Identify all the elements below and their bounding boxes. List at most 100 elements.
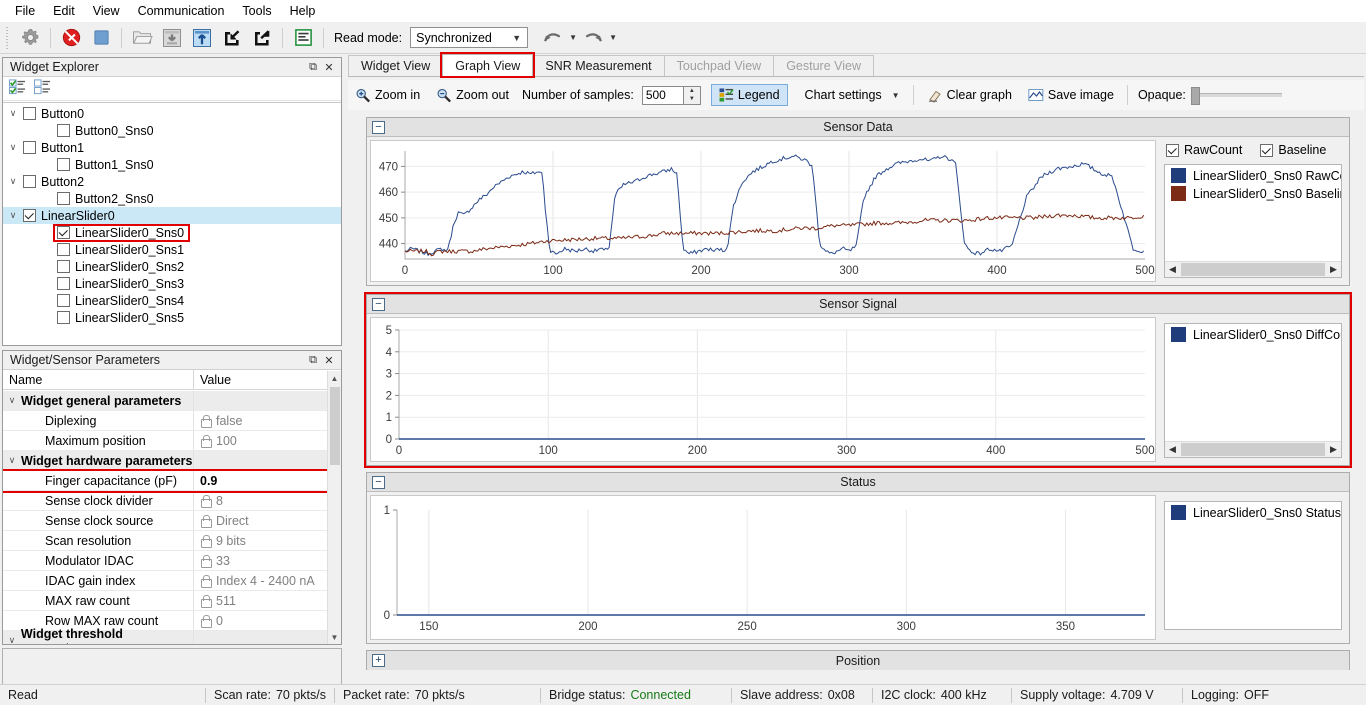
close-icon[interactable]: ✕ [321,352,337,368]
scroll-right-icon[interactable]: ▶ [1326,264,1341,275]
tree-item-button2_sns0[interactable]: Button2_Sns0 [3,190,341,207]
import-icon[interactable] [218,25,246,51]
tree-item-linearslider0_sns0[interactable]: LinearSlider0_Sns0 [3,223,341,242]
scrollbar-thumb[interactable] [1181,443,1325,456]
tree-item-checkbox[interactable] [23,175,36,188]
param-group-row[interactable]: ∨Widget threshold parameters [3,627,327,644]
widget-tree[interactable]: ∨ Button0 Button0_Sns0 ∨ Button1 Button1_Sns0… [3,102,341,345]
param-row[interactable]: Finger capacitance (pF) 0.9 [3,469,327,493]
param-row[interactable]: Sense clock divider 8 [3,491,327,511]
zoom-out-button[interactable]: Zoom out [429,84,516,107]
collapse-icon[interactable]: − [372,120,385,134]
tab-widget-view[interactable]: Widget View [348,55,444,76]
rawcount-checkbox[interactable]: RawCount [1166,143,1242,157]
tree-item-checkbox[interactable] [57,260,70,273]
tree-item-checkbox[interactable] [57,243,70,256]
tree-item-checkbox[interactable] [57,226,70,239]
tree-item-checkbox[interactable] [57,277,70,290]
chart-settings-button[interactable]: Chart settings ▼ [798,84,907,106]
log-icon[interactable] [289,25,317,51]
tab-graph-view[interactable]: Graph View [440,52,536,78]
menu-item-view[interactable]: View [84,2,129,20]
position-header[interactable]: + Position [367,651,1349,670]
chevron-down-icon[interactable]: ∨ [5,142,21,153]
sensor-signal-plot[interactable]: 0 1 2 3 4 5 0 100 200 300 400 500 [370,317,1156,462]
collapse-icon[interactable]: − [372,297,385,311]
undo-button[interactable] [540,25,566,51]
legend-toggle-button[interactable]: Legend [710,84,788,106]
samples-stepper[interactable]: ▲ ▼ [683,85,701,105]
scroll-down-icon[interactable]: ▼ [328,630,341,644]
scroll-left-icon[interactable]: ◀ [1165,444,1180,455]
tree-item-linearslider0_sns4[interactable]: LinearSlider0_Sns4 [3,292,341,309]
tree-item-checkbox[interactable] [57,124,70,137]
chevron-down-icon[interactable]: ∨ [5,176,21,187]
tree-item-button2[interactable]: ∨ Button2 [3,173,341,190]
tree-item-checkbox[interactable] [57,294,70,307]
sensor-signal-legend-list[interactable]: LinearSlider0_Sns0 DiffCount ◀ ▶ [1164,323,1342,458]
tree-item-checkbox[interactable] [57,192,70,205]
tree-item-checkbox[interactable] [57,311,70,324]
redo-button[interactable] [580,25,606,51]
status-plot[interactable]: 0 1 150 200 250 300 350 [370,495,1156,640]
menu-item-edit[interactable]: Edit [44,2,84,20]
read-mode-select[interactable]: Synchronized ▼ [410,27,529,48]
stepper-down-icon[interactable]: ▼ [684,95,700,104]
param-row[interactable]: Scan resolution 9 bits [3,531,327,551]
tree-item-checkbox[interactable] [57,158,70,171]
tree-item-linearslider0_sns3[interactable]: LinearSlider0_Sns3 [3,275,341,292]
chevron-down-icon[interactable]: ∨ [3,455,21,466]
sensor-data-plot[interactable]: 440 450 460 470 0 100 200 300 400 500 [370,140,1156,282]
legend-entry[interactable]: LinearSlider0_Sns0 Baseline [1165,183,1341,201]
tree-item-linearslider0_sns1[interactable]: LinearSlider0_Sns1 [3,241,341,258]
scroll-left-icon[interactable]: ◀ [1165,264,1180,275]
params-scrollbar[interactable]: ▲ ▼ [327,371,341,644]
scroll-up-icon[interactable]: ▲ [328,371,341,385]
chevron-down-icon[interactable]: ∨ [3,395,21,406]
tree-item-button0[interactable]: ∨ Button0 [3,105,341,122]
menu-item-tools[interactable]: Tools [233,2,280,20]
collapse-icon[interactable]: − [372,475,385,489]
float-icon[interactable]: ⧉ [305,352,321,368]
sensor-data-legend-list[interactable]: LinearSlider0_Sns0 RawCount LinearSlider… [1164,164,1342,278]
tab-snr-measurement[interactable]: SNR Measurement [532,55,665,76]
stop-icon[interactable] [87,25,115,51]
clear-graph-button[interactable]: Clear graph [920,84,1019,107]
param-row[interactable]: Maximum position 100 [3,431,327,451]
check-all-icon[interactable] [9,79,26,98]
status-legend-list[interactable]: LinearSlider0_Sns0 Status [1164,501,1342,630]
stepper-up-icon[interactable]: ▲ [684,87,700,96]
close-icon[interactable]: ✕ [321,59,337,75]
param-group-row[interactable]: ∨ Widget hardware parameters [3,451,327,471]
scrollbar-thumb[interactable] [1181,263,1325,276]
chevron-down-icon[interactable]: ∨ [3,635,21,644]
scrollbar-thumb[interactable] [330,387,340,465]
legend-horizontal-scrollbar[interactable]: ◀ ▶ [1165,261,1341,277]
baseline-checkbox[interactable]: Baseline [1260,143,1326,157]
chevron-down-icon[interactable]: ∨ [5,210,21,221]
tree-item-linearslider0_sns2[interactable]: LinearSlider0_Sns2 [3,258,341,275]
toolbar-grip[interactable] [4,26,11,49]
download-icon[interactable] [158,25,186,51]
tree-item-linearslider0[interactable]: ∨ LinearSlider0 [3,207,341,224]
tree-item-button0_sns0[interactable]: Button0_Sns0 [3,122,341,139]
undo-dropdown-icon[interactable]: ▼ [567,25,579,51]
float-icon[interactable]: ⧉ [305,59,321,75]
menu-item-communication[interactable]: Communication [129,2,234,20]
legend-entry[interactable]: LinearSlider0_Sns0 DiffCount [1165,324,1341,342]
upload-icon[interactable] [188,25,216,51]
gear-icon[interactable] [16,25,44,51]
param-row[interactable]: Diplexing false [3,411,327,431]
uncheck-all-icon[interactable] [34,79,51,98]
menu-item-help[interactable]: Help [281,2,325,20]
samples-input[interactable]: 500 [641,85,684,105]
opacity-slider[interactable] [1190,87,1282,105]
param-value-cell[interactable]: 0.9 [193,471,327,490]
open-file-icon[interactable] [128,25,156,51]
tree-item-button1_sns0[interactable]: Button1_Sns0 [3,156,341,173]
scroll-right-icon[interactable]: ▶ [1326,444,1341,455]
tree-item-button1[interactable]: ∨ Button1 [3,139,341,156]
menu-item-file[interactable]: File [6,2,44,20]
param-row[interactable]: Modulator IDAC 33 [3,551,327,571]
chevron-down-icon[interactable]: ∨ [5,108,21,119]
